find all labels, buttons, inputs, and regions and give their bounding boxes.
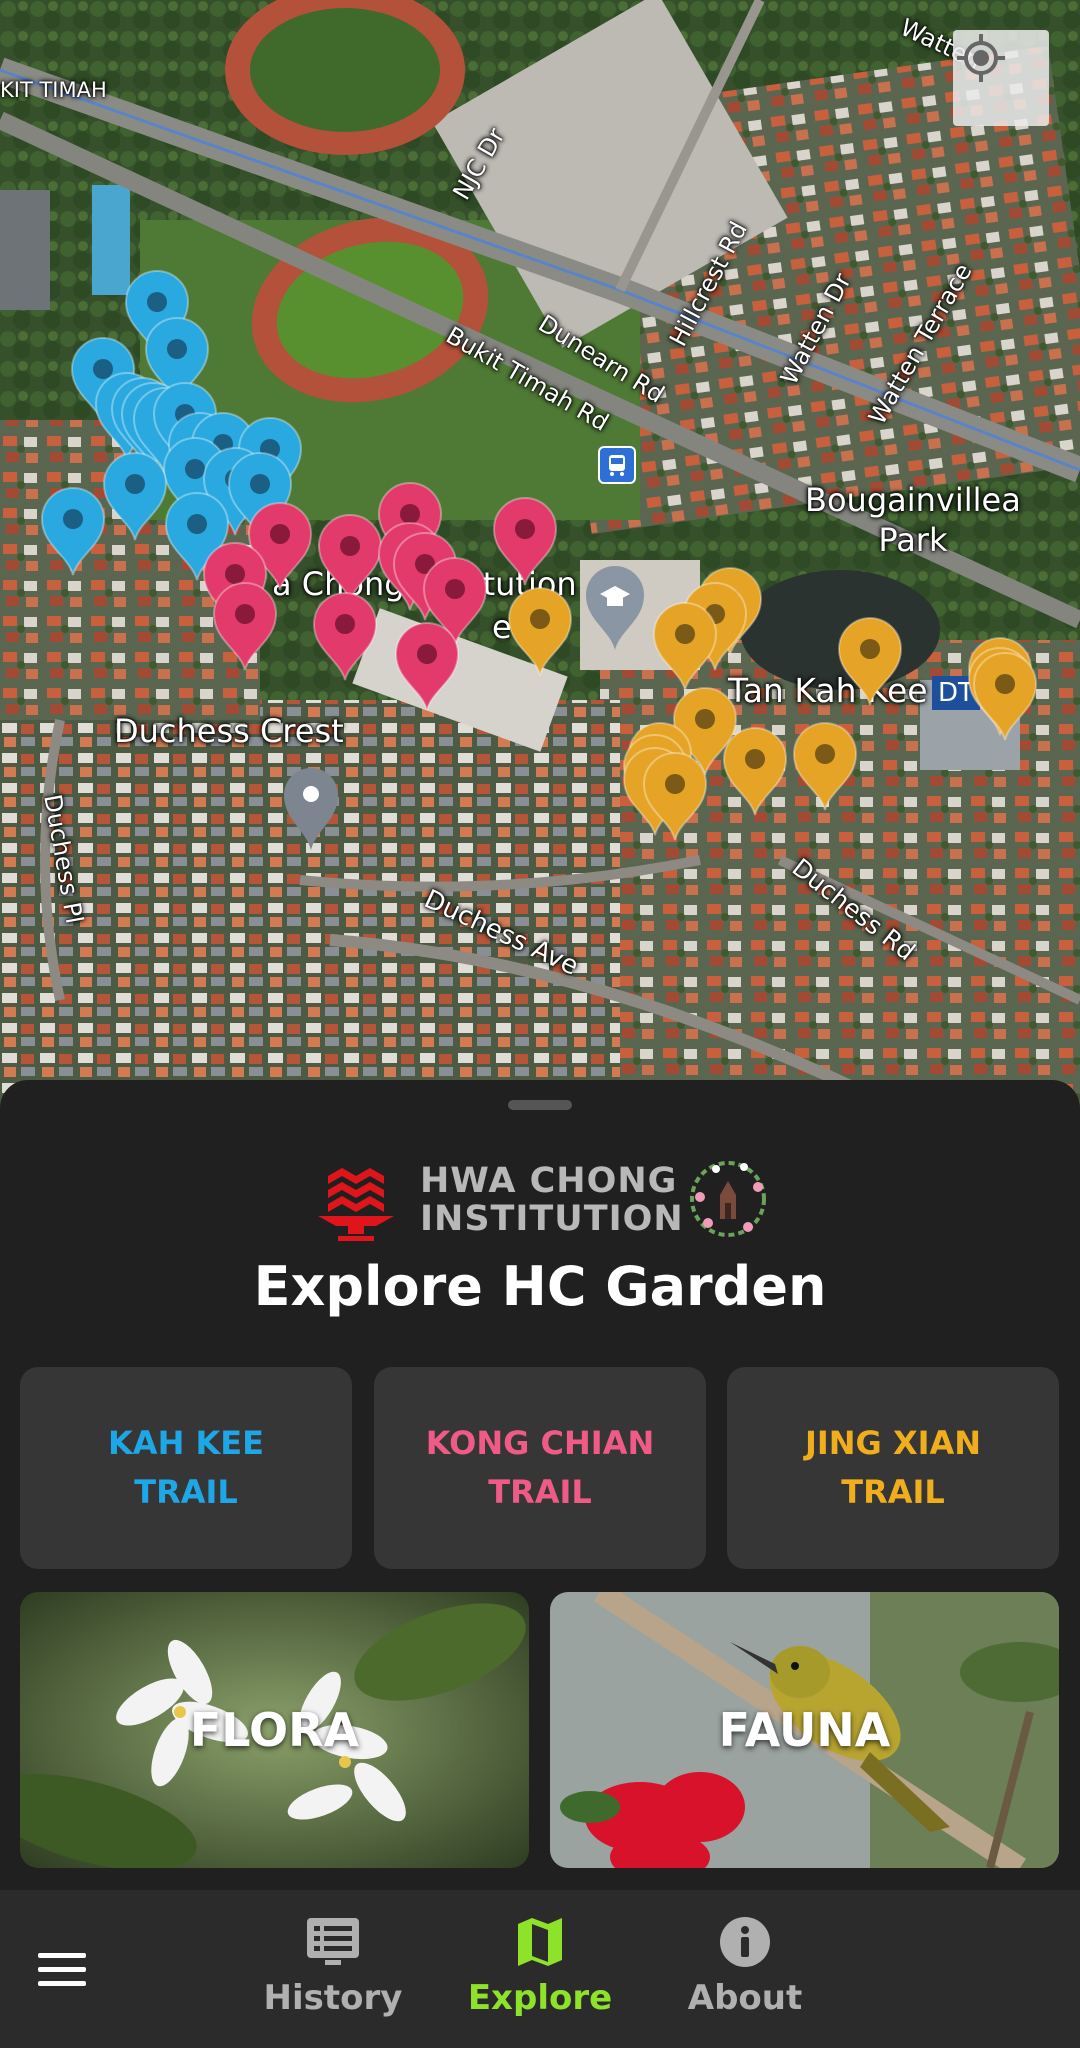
kong-chian-trail-button[interactable]: KONG CHIAN TRAIL <box>374 1367 706 1569</box>
kong-chian-trail-marker-icon[interactable] <box>310 590 380 682</box>
nav-about-label: About <box>687 1978 803 2018</box>
map-label-duchess-crest: Duchess Crest <box>114 712 344 750</box>
jing-xian-trail-label: JING XIAN TRAIL <box>804 1424 982 1511</box>
map-label-bukit-timah: KIT TIMAH <box>0 78 107 102</box>
kong-chian-trail-marker-icon[interactable] <box>392 620 462 712</box>
flora-card[interactable]: FLORA <box>20 1592 529 1868</box>
jing-xian-trail-marker-icon[interactable] <box>835 615 905 707</box>
jing-xian-trail-marker-icon[interactable] <box>650 600 720 692</box>
school-marker-icon[interactable] <box>580 560 650 652</box>
flora-label: FLORA <box>189 1703 360 1757</box>
nav-history-label: History <box>263 1978 403 2018</box>
fauna-label: FAUNA <box>718 1703 891 1757</box>
map-label-bougainvillea-park: Bougainvillea Park <box>805 481 1021 559</box>
hamburger-menu-icon[interactable] <box>38 1953 86 1987</box>
jing-xian-trail-marker-icon[interactable] <box>505 585 575 677</box>
satellite-map[interactable]: KIT TIMAH NJC Dr Watten Hillcrest Rd Dun… <box>0 0 1080 1110</box>
kah-kee-trail-label: KAH KEE TRAIL <box>108 1424 264 1511</box>
info-icon <box>720 1917 770 1967</box>
my-location-icon <box>957 34 1005 82</box>
institution-name: HWA CHONG INSTITUTION <box>420 1161 684 1239</box>
explore-bottom-sheet[interactable]: HWA CHONG INSTITUTION Explore HC Garden … <box>0 1080 1080 1890</box>
map-icon <box>518 1918 562 1966</box>
place-marker-icon[interactable] <box>276 760 346 852</box>
nav-about[interactable]: About <box>655 1914 835 2034</box>
nav-explore-label: Explore <box>467 1978 613 2018</box>
jing-xian-trail-marker-icon[interactable] <box>640 750 710 842</box>
kong-chian-trail-label: KONG CHIAN TRAIL <box>425 1424 655 1511</box>
my-location-button[interactable] <box>953 30 1049 126</box>
fauna-card[interactable]: FAUNA <box>550 1592 1059 1868</box>
logo-row: HWA CHONG INSTITUTION <box>0 1152 1080 1252</box>
nav-explore[interactable]: Explore <box>450 1914 630 2034</box>
jing-xian-trail-marker-icon[interactable] <box>970 650 1040 742</box>
page-title: Explore HC Garden <box>253 1255 827 1318</box>
jing-xian-trail-button[interactable]: JING XIAN TRAIL <box>727 1367 1059 1569</box>
jing-xian-trail-marker-icon[interactable] <box>720 725 790 817</box>
nav-history[interactable]: History <box>243 1914 423 2034</box>
garden-wreath-logo-icon <box>690 1161 766 1237</box>
kong-chian-trail-marker-icon[interactable] <box>210 580 280 672</box>
hci-crest-logo-icon <box>318 1168 394 1241</box>
kong-chian-trail-marker-icon[interactable] <box>490 495 560 587</box>
jing-xian-trail-marker-icon[interactable] <box>790 720 860 812</box>
sheet-drag-handle[interactable] <box>508 1100 572 1110</box>
kah-kee-trail-marker-icon[interactable] <box>100 450 170 542</box>
bottom-navigation: History Explore About <box>0 1890 1080 2048</box>
kah-kee-trail-button[interactable]: KAH KEE TRAIL <box>20 1367 352 1569</box>
bus-stop-icon[interactable] <box>598 446 636 484</box>
kah-kee-trail-marker-icon[interactable] <box>38 485 108 577</box>
history-list-icon <box>307 1918 359 1965</box>
